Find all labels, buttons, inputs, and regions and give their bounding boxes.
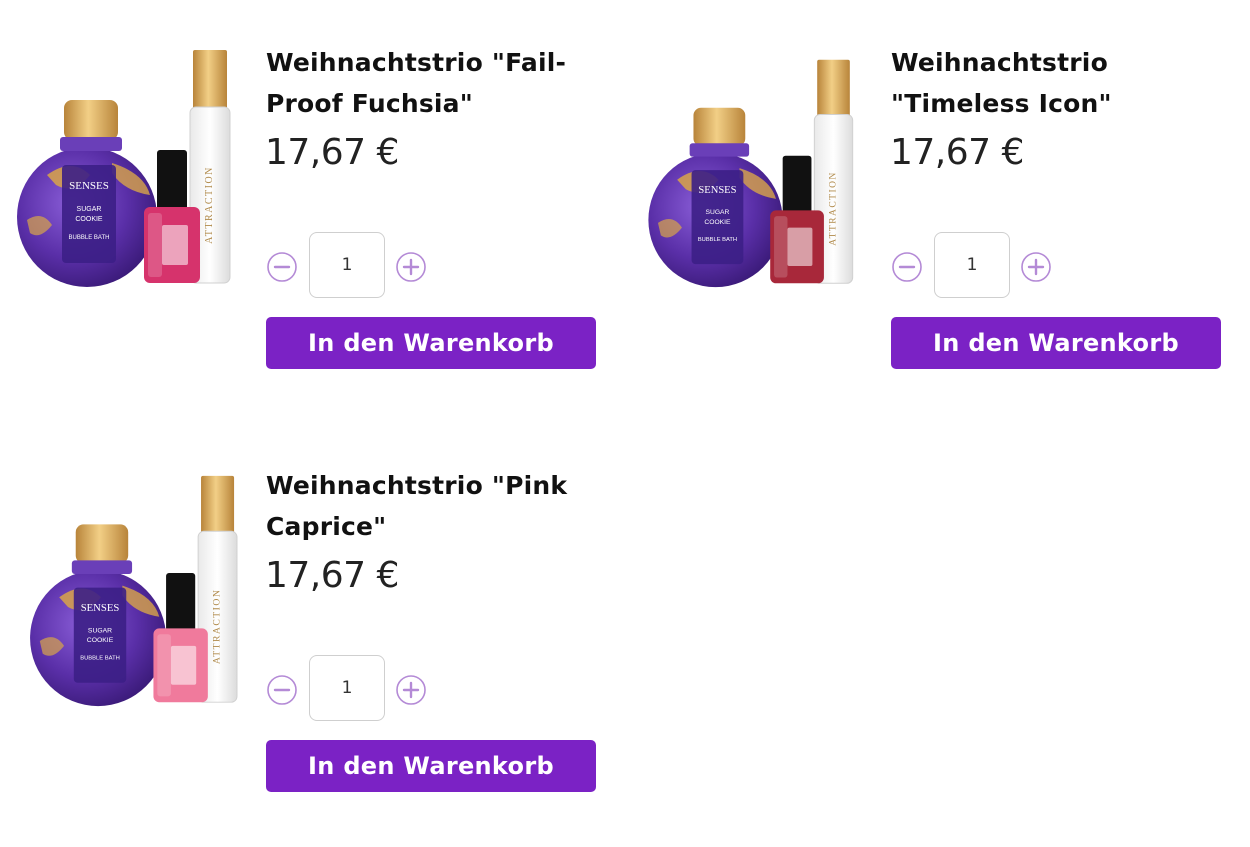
product-title-line: Caprice" xyxy=(266,512,387,541)
svg-text:SUGAR: SUGAR xyxy=(88,627,112,634)
svg-text:SENSES: SENSES xyxy=(81,602,120,614)
product-price: 17,67 € xyxy=(265,555,399,596)
product-title[interactable]: Weihnachtstrio "Timeless Icon" xyxy=(891,42,1221,124)
svg-text:BUBBLE BATH: BUBBLE BATH xyxy=(69,235,110,241)
bubble-bath-ball: SENSES SUGAR COOKIE BUBBLE BATH xyxy=(17,100,157,287)
minus-icon[interactable] xyxy=(267,675,297,705)
plus-icon[interactable] xyxy=(396,675,426,705)
product-card: ATTRACTION SENSES SUGAR COOKIE BUBBLE BA… xyxy=(0,423,600,803)
add-to-cart-button[interactable]: In den Warenkorb xyxy=(266,740,596,792)
svg-text:COOKIE: COOKIE xyxy=(704,219,731,226)
svg-text:SUGAR: SUGAR xyxy=(77,206,102,213)
bubble-bath-ball: SENSES SUGAR COOKIE BUBBLE BATH xyxy=(30,524,167,707)
plus-icon[interactable] xyxy=(1021,252,1051,282)
bubble-bath-ball: SENSES SUGAR COOKIE BUBBLE BATH xyxy=(648,107,783,288)
product-title[interactable]: Weihnachtstrio "Pink Caprice" xyxy=(266,465,596,547)
quantity-input[interactable] xyxy=(309,655,385,721)
plus-icon[interactable] xyxy=(396,252,426,282)
product-title[interactable]: Weihnachtstrio "Fail- Proof Fuchsia" xyxy=(266,42,596,124)
svg-text:BUBBLE BATH: BUBBLE BATH xyxy=(80,655,120,661)
minus-icon[interactable] xyxy=(892,252,922,282)
svg-text:COOKIE: COOKIE xyxy=(75,216,103,223)
svg-text:SUGAR: SUGAR xyxy=(706,209,730,216)
product-title-line: "Timeless Icon" xyxy=(891,89,1112,118)
svg-text:SENSES: SENSES xyxy=(69,180,109,192)
minus-icon[interactable] xyxy=(267,252,297,282)
product-title-line: Proof Fuchsia" xyxy=(266,89,473,118)
svg-text:COOKIE: COOKIE xyxy=(87,637,114,644)
svg-text:SENSES: SENSES xyxy=(698,185,736,196)
product-title-line: Weihnachtstrio "Fail- xyxy=(266,48,567,77)
product-price: 17,67 € xyxy=(890,132,1024,173)
svg-text:ATTRACTION: ATTRACTION xyxy=(212,589,223,664)
product-card: ATTRACTION SENSES SUGAR COOKIE BUBBLE BA… xyxy=(625,0,1225,380)
quantity-input[interactable] xyxy=(309,232,385,298)
product-card: ATTRACTION SENSES SUGAR COOKIE BUBBLE BA… xyxy=(0,0,600,380)
add-to-cart-button[interactable]: In den Warenkorb xyxy=(891,317,1221,369)
svg-text:ATTRACTION: ATTRACTION xyxy=(827,171,838,246)
add-to-cart-button[interactable]: In den Warenkorb xyxy=(266,317,596,369)
svg-text:ATTRACTION: ATTRACTION xyxy=(204,166,215,244)
quantity-input[interactable] xyxy=(934,232,1010,298)
timeless-icon-gift-set-image[interactable]: ATTRACTION SENSES SUGAR COOKIE BUBBLE BA… xyxy=(639,55,864,290)
product-title-line: Weihnachtstrio xyxy=(891,48,1108,77)
product-price: 17,67 € xyxy=(265,132,399,173)
svg-text:BUBBLE BATH: BUBBLE BATH xyxy=(698,237,737,243)
product-title-line: Weihnachtstrio "Pink xyxy=(266,471,568,500)
fuchsia-gift-set-image[interactable]: ATTRACTION SENSES SUGAR COOKIE BUBBLE BA… xyxy=(12,45,237,290)
pink-caprice-gift-set-image[interactable]: ATTRACTION SENSES SUGAR COOKIE BUBBLE BA… xyxy=(22,471,247,709)
